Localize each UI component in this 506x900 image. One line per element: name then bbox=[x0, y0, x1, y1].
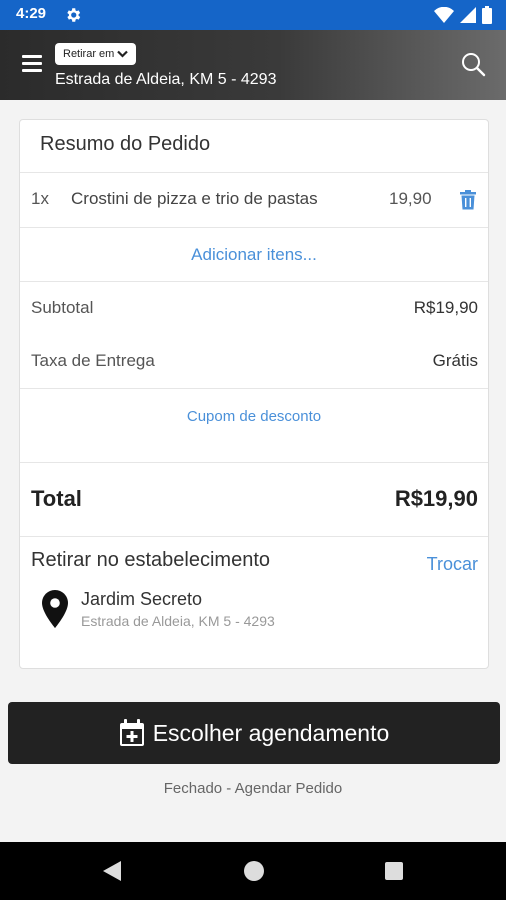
add-items-link[interactable]: Adicionar itens... bbox=[20, 227, 488, 282]
subtotal-label: Subtotal bbox=[31, 298, 94, 317]
wifi-icon bbox=[434, 7, 454, 23]
pickup-mode-selector[interactable]: Retirar em bbox=[55, 43, 137, 65]
battery-icon bbox=[482, 6, 492, 24]
home-icon[interactable] bbox=[244, 861, 264, 881]
total-label: Total bbox=[31, 486, 82, 511]
trash-icon[interactable] bbox=[459, 190, 477, 210]
order-item-row[interactable]: 1x Crostini de pizza e trio de pastas 19… bbox=[20, 173, 488, 227]
divider bbox=[20, 281, 488, 282]
store-address: Estrada de Aldeia, KM 5 - 4293 bbox=[81, 613, 275, 629]
item-price: 19,90 bbox=[389, 189, 432, 208]
divider bbox=[20, 536, 488, 537]
order-summary-title: Resumo do Pedido bbox=[40, 133, 211, 155]
system-icons bbox=[434, 6, 492, 24]
schedule-button[interactable]: Escolher agendamento bbox=[8, 702, 500, 764]
divider bbox=[20, 388, 488, 389]
menu-icon[interactable] bbox=[22, 55, 42, 73]
app-header: Retirar em Estrada de Aldeia, KM 5 - 429… bbox=[0, 30, 506, 100]
chevron-down-icon bbox=[117, 50, 129, 58]
search-icon[interactable] bbox=[460, 51, 486, 77]
signal-icon bbox=[460, 7, 476, 23]
item-name: Crostini de pizza e trio de pastas bbox=[71, 189, 318, 208]
schedule-button-label: Escolher agendamento bbox=[152, 719, 390, 746]
closed-status-note: Fechado - Agendar Pedido bbox=[163, 780, 343, 797]
gear-icon bbox=[67, 8, 81, 22]
swap-store-link[interactable]: Trocar bbox=[427, 554, 478, 575]
divider bbox=[20, 462, 488, 463]
subtotal-value: R$19,90 bbox=[413, 298, 478, 317]
coupon-link[interactable]: Cupom de desconto bbox=[20, 390, 488, 462]
location-pin-icon bbox=[42, 590, 68, 628]
status-time: 4:29 bbox=[16, 5, 47, 22]
total-value: R$19,90 bbox=[394, 486, 478, 511]
order-summary-card: Resumo do Pedido 1x Crostini de pizza e … bbox=[19, 119, 489, 669]
header-address[interactable]: Estrada de Aldeia, KM 5 - 4293 bbox=[55, 71, 276, 89]
delivery-fee-value: Grátis bbox=[432, 351, 478, 370]
store-name: Jardim Secreto bbox=[81, 589, 203, 609]
pickup-title: Retirar no estabelecimento bbox=[31, 549, 271, 571]
pickup-mode-label: Retirar em bbox=[63, 48, 115, 60]
delivery-fee-label: Taxa de Entrega bbox=[31, 351, 155, 370]
item-quantity: 1x bbox=[31, 189, 49, 208]
calendar-plus-icon bbox=[119, 719, 144, 746]
back-icon[interactable] bbox=[102, 860, 122, 882]
system-navigation-bar bbox=[0, 842, 506, 900]
status-bar: 4:29 bbox=[0, 0, 506, 30]
recent-apps-icon[interactable] bbox=[385, 862, 403, 880]
